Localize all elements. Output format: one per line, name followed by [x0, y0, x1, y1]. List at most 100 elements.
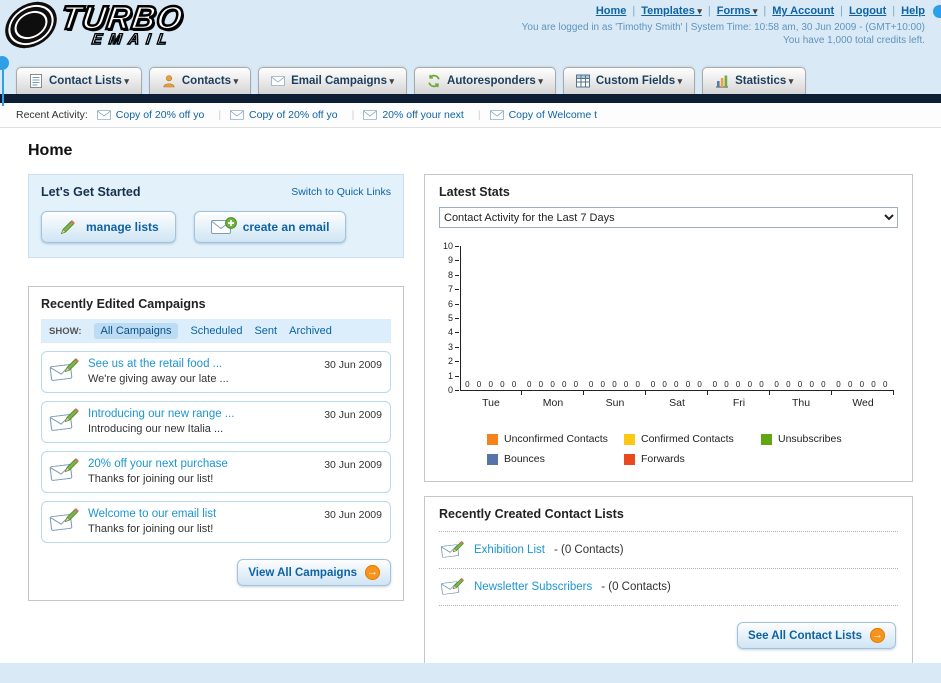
- logo-line2: EMAIL: [90, 31, 175, 49]
- see-all-contact-lists-button[interactable]: See All Contact Lists: [737, 622, 896, 649]
- tab-autoresponders[interactable]: Autoresponders: [414, 67, 556, 94]
- campaign-row[interactable]: Introducing our new range ... Introducin…: [41, 401, 391, 443]
- tab-statistics[interactable]: Statistics: [702, 67, 807, 94]
- nav-logout[interactable]: Logout: [849, 5, 901, 17]
- nav-forms[interactable]: Forms: [717, 5, 773, 17]
- campaigns-filter-bar: SHOW: All Campaigns Scheduled Sent Archi…: [41, 319, 391, 343]
- recent-activity-text: Copy of Welcome t: [508, 109, 598, 121]
- recent-activity-text: Copy of 20% off yo: [249, 109, 338, 121]
- legend-swatch: [487, 433, 498, 445]
- contact-list-row[interactable]: Exhibition List - (0 Contacts): [439, 532, 898, 569]
- stats-period-select[interactable]: Contact Activity for the Last 7 Days: [439, 207, 898, 228]
- bar-value-labels: 0 0 0 0 0: [465, 380, 519, 389]
- top-header: TURBO EMAIL Home Templates Forms My Acco…: [0, 0, 941, 60]
- x-axis-tick: [460, 391, 523, 395]
- campaign-date: 30 Jun 2009: [324, 359, 382, 371]
- contact-lists-items: Exhibition List - (0 Contacts) Newslette…: [439, 531, 898, 606]
- tab-contacts[interactable]: Contacts: [148, 67, 252, 94]
- y-axis-tick: 7: [448, 285, 460, 294]
- pencil-icon: [58, 219, 78, 235]
- filter-all-campaigns[interactable]: All Campaigns: [93, 323, 179, 339]
- y-axis-tick: 2: [448, 357, 460, 366]
- chart-zero-row: 0 0 0 0 0 0 0 0 0 0 0 0 0 0 0 0 0 0 0 0 0 0 …: [461, 380, 894, 389]
- main-tab-bar: Contact Lists Contacts Email Campaigns A…: [0, 60, 941, 94]
- switch-quick-links-link[interactable]: Switch to Quick Links: [291, 186, 391, 198]
- campaign-subtitle: Thanks for joining our list!: [88, 473, 214, 485]
- x-axis-tick: [646, 391, 709, 395]
- page-footer: [0, 663, 941, 683]
- legend-item: Forwards: [624, 453, 761, 465]
- login-info: You are logged in as 'Timothy Smith' | S…: [521, 22, 925, 33]
- top-nav: Home Templates Forms My Account Logout H…: [522, 5, 925, 17]
- nav-help[interactable]: Help: [901, 5, 925, 17]
- recent-activity-item[interactable]: Copy of 20% off yo: [230, 109, 354, 121]
- contact-list-link[interactable]: Exhibition List: [474, 544, 545, 556]
- tab-custom-fields[interactable]: Custom Fields: [562, 67, 696, 94]
- recent-activity-text: Copy of 20% off yo: [115, 109, 205, 121]
- left-column: Let's Get Started Switch to Quick Links …: [28, 174, 404, 601]
- filter-sent[interactable]: Sent: [254, 325, 277, 337]
- y-axis-tick: 5: [448, 313, 460, 323]
- view-all-campaigns-button[interactable]: View All Campaigns: [237, 559, 391, 586]
- recent-activity-item[interactable]: Copy of Welcome t: [490, 109, 598, 121]
- manage-lists-button[interactable]: manage lists: [41, 211, 176, 243]
- tab-email-campaigns[interactable]: Email Campaigns: [258, 67, 408, 94]
- stats-chart: 10 9 8 7 6 5 4 3 2 1 0 0 0 0 0 00 0 0 0 00 0 0 0 0…: [439, 242, 898, 409]
- recent-contact-lists-panel: Recently Created Contact Lists Exhibitio…: [424, 496, 913, 666]
- contact-list-count: - (0 Contacts): [601, 581, 671, 593]
- envelope-icon: [363, 110, 377, 120]
- recent-activity-item[interactable]: Copy of 20% off yo: [97, 109, 221, 121]
- campaign-title-link[interactable]: 20% off your next purchase: [88, 458, 228, 470]
- create-email-button[interactable]: create an email: [193, 211, 347, 243]
- campaign-title-link[interactable]: Introducing our new range ...: [88, 408, 234, 420]
- bar-value-labels: 0 0 0 0 0: [712, 380, 767, 389]
- credits-info: You have 1,000 total credits left.: [783, 35, 925, 46]
- legend-swatch: [761, 433, 772, 445]
- latest-stats-panel: Latest Stats Contact Activity for the La…: [424, 174, 913, 482]
- x-axis-tick: [522, 391, 585, 395]
- statistics-icon: [715, 74, 729, 88]
- x-axis-label: Sat: [669, 397, 685, 409]
- nav-my-account[interactable]: My Account: [772, 5, 849, 17]
- contact-list-link[interactable]: Newsletter Subscribers: [474, 581, 592, 593]
- recent-activity-label: Recent Activity:: [16, 109, 88, 121]
- campaign-title-link[interactable]: See us at the retail food ...: [88, 358, 229, 370]
- tab-label: Custom Fields: [596, 75, 682, 87]
- tab-contact-lists[interactable]: Contact Lists: [16, 67, 142, 94]
- chart-plot-area: 0 0 0 0 0 0 0 0 0 0 0 0 0 0 0 0 0 0 0 0 0 0 …: [460, 246, 894, 391]
- campaign-edit-icon: [50, 408, 80, 432]
- nav-templates[interactable]: Templates: [641, 5, 716, 17]
- campaign-row[interactable]: 20% off your next purchase Thanks for jo…: [41, 451, 391, 493]
- envelope-plus-icon: [211, 219, 235, 235]
- nav-home[interactable]: Home: [596, 5, 641, 17]
- logo-line1: TURBO: [57, 0, 187, 37]
- envelope-icon: [97, 110, 111, 120]
- tab-label: Email Campaigns: [291, 75, 394, 87]
- campaign-row[interactable]: See us at the retail food ... We're givi…: [41, 351, 391, 393]
- campaign-edit-icon: [50, 458, 80, 482]
- decorative-dot-right: [933, 5, 941, 18]
- app-logo[interactable]: TURBO EMAIL: [3, 0, 187, 52]
- page-title: Home: [28, 142, 73, 159]
- legend-swatch: [624, 453, 635, 465]
- y-axis-tick: 3: [448, 342, 460, 352]
- campaign-subtitle: Thanks for joining our list!: [88, 523, 214, 535]
- contact-list-row[interactable]: Newsletter Subscribers - (0 Contacts): [439, 569, 898, 606]
- bar-value-labels: 0 0 0 0 0: [650, 380, 705, 389]
- contact-list-count: - (0 Contacts): [553, 544, 624, 556]
- filter-scheduled[interactable]: Scheduled: [190, 325, 242, 337]
- view-all-campaigns-label: View All Campaigns: [248, 566, 357, 579]
- filter-archived[interactable]: Archived: [289, 325, 332, 337]
- legend-item: Bounces: [487, 453, 624, 465]
- campaign-row[interactable]: Welcome to our email list Thanks for joi…: [41, 501, 391, 543]
- x-axis-tick: [584, 391, 647, 395]
- y-axis-tick: 9: [448, 256, 460, 265]
- latest-stats-title: Latest Stats: [439, 185, 510, 199]
- list-edit-icon: [441, 541, 465, 559]
- envelope-icon: [490, 110, 504, 120]
- legend-label: Unsubscribes: [778, 433, 842, 445]
- contact-lists-icon: [29, 74, 43, 88]
- logo-swoosh-icon: [3, 0, 59, 52]
- campaign-title-link[interactable]: Welcome to our email list: [88, 508, 216, 520]
- recent-activity-item[interactable]: 20% off your next: [363, 109, 480, 121]
